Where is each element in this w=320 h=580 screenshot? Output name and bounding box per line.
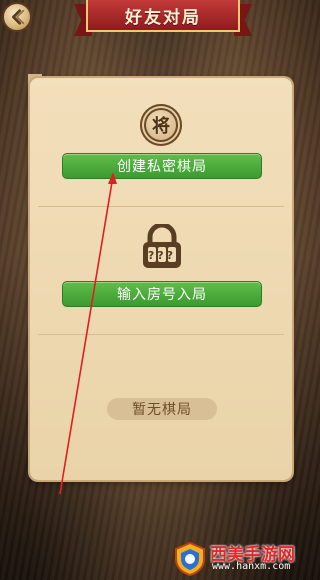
watermark: 西美手游网 www.hanxm.com <box>174 540 314 576</box>
section-divider <box>38 206 284 207</box>
page-title: 好友对局 <box>86 0 240 32</box>
no-games-label: 暂无棋局 <box>107 398 217 420</box>
friend-match-panel: 将 创建私密棋局 ??? 输入房号入局 暂无棋局 <box>30 78 292 480</box>
create-private-game-button[interactable]: 创建私密棋局 <box>62 153 262 179</box>
lock-digits: ??? <box>148 249 176 262</box>
general-piece-icon: 将 <box>140 104 182 146</box>
section-divider <box>38 334 284 335</box>
watermark-url: www.hanxm.com <box>212 561 291 572</box>
title-banner: 好友对局 <box>74 0 252 40</box>
shield-logo-icon <box>175 542 205 576</box>
lock-icon: ??? <box>143 224 181 268</box>
enter-room-number-button[interactable]: 输入房号入局 <box>62 281 262 307</box>
back-arrow-icon <box>12 9 25 25</box>
back-button[interactable] <box>2 2 32 32</box>
